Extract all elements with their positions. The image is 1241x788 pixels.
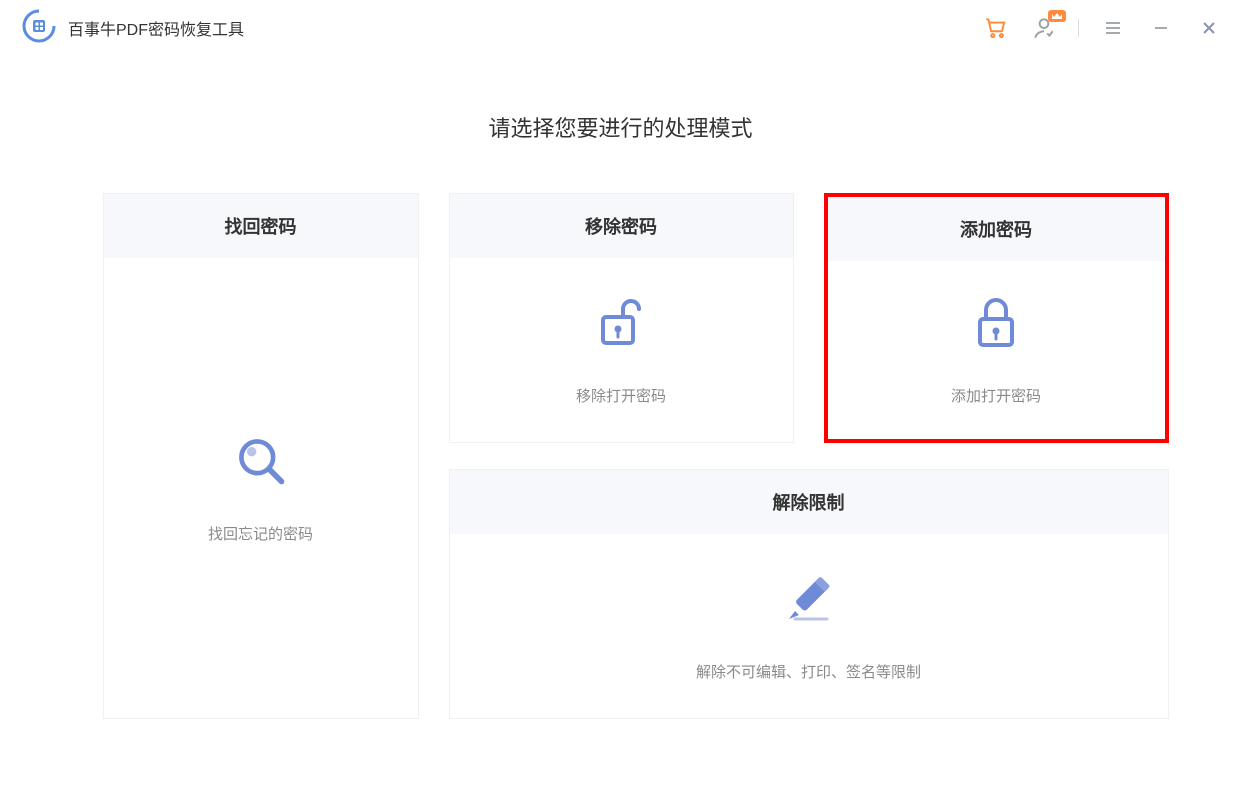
- card-body: 移除打开密码: [450, 258, 793, 442]
- titlebar-right: [982, 14, 1223, 42]
- card-desc: 找回忘记的密码: [208, 523, 313, 544]
- card-title: 解除限制: [450, 470, 1168, 534]
- lock-icon: [968, 295, 1024, 351]
- card-remove-restriction[interactable]: 解除限制 解除不可编辑、打印、签名等限制: [449, 469, 1169, 719]
- card-recover-password[interactable]: 找回密码 找回忘记的密码: [103, 193, 419, 719]
- account-icon[interactable]: [1030, 14, 1058, 42]
- menu-icon[interactable]: [1099, 14, 1127, 42]
- card-body: 解除不可编辑、打印、签名等限制: [450, 534, 1168, 718]
- titlebar-divider: [1078, 19, 1079, 37]
- cart-icon[interactable]: [982, 14, 1010, 42]
- card-add-password[interactable]: 添加密码 添加打开密码: [824, 193, 1169, 443]
- minimize-icon[interactable]: [1147, 14, 1175, 42]
- titlebar: 百事牛PDF密码恢复工具: [0, 0, 1241, 56]
- card-title: 添加密码: [828, 197, 1165, 261]
- card-body: 找回忘记的密码: [104, 258, 418, 718]
- close-icon[interactable]: [1195, 14, 1223, 42]
- app-title: 百事牛PDF密码恢复工具: [68, 16, 244, 40]
- magnifier-icon: [233, 433, 289, 489]
- card-desc: 解除不可编辑、打印、签名等限制: [696, 661, 921, 682]
- pencil-icon: [781, 571, 837, 627]
- card-title: 移除密码: [450, 194, 793, 258]
- titlebar-left: 百事牛PDF密码恢复工具: [22, 9, 244, 48]
- app-logo-icon: [22, 9, 56, 48]
- card-body: 添加打开密码: [828, 261, 1165, 439]
- card-remove-password[interactable]: 移除密码 移除打开密码: [449, 193, 794, 443]
- unlock-icon: [593, 295, 649, 351]
- page-title: 请选择您要进行的处理模式: [0, 111, 1241, 143]
- vip-badge-icon: [1048, 10, 1066, 22]
- card-desc: 移除打开密码: [576, 385, 666, 406]
- mode-grid: 找回密码 找回忘记的密码 移除密码 移除打: [103, 193, 1139, 719]
- card-title: 找回密码: [104, 194, 418, 258]
- card-desc: 添加打开密码: [951, 385, 1041, 406]
